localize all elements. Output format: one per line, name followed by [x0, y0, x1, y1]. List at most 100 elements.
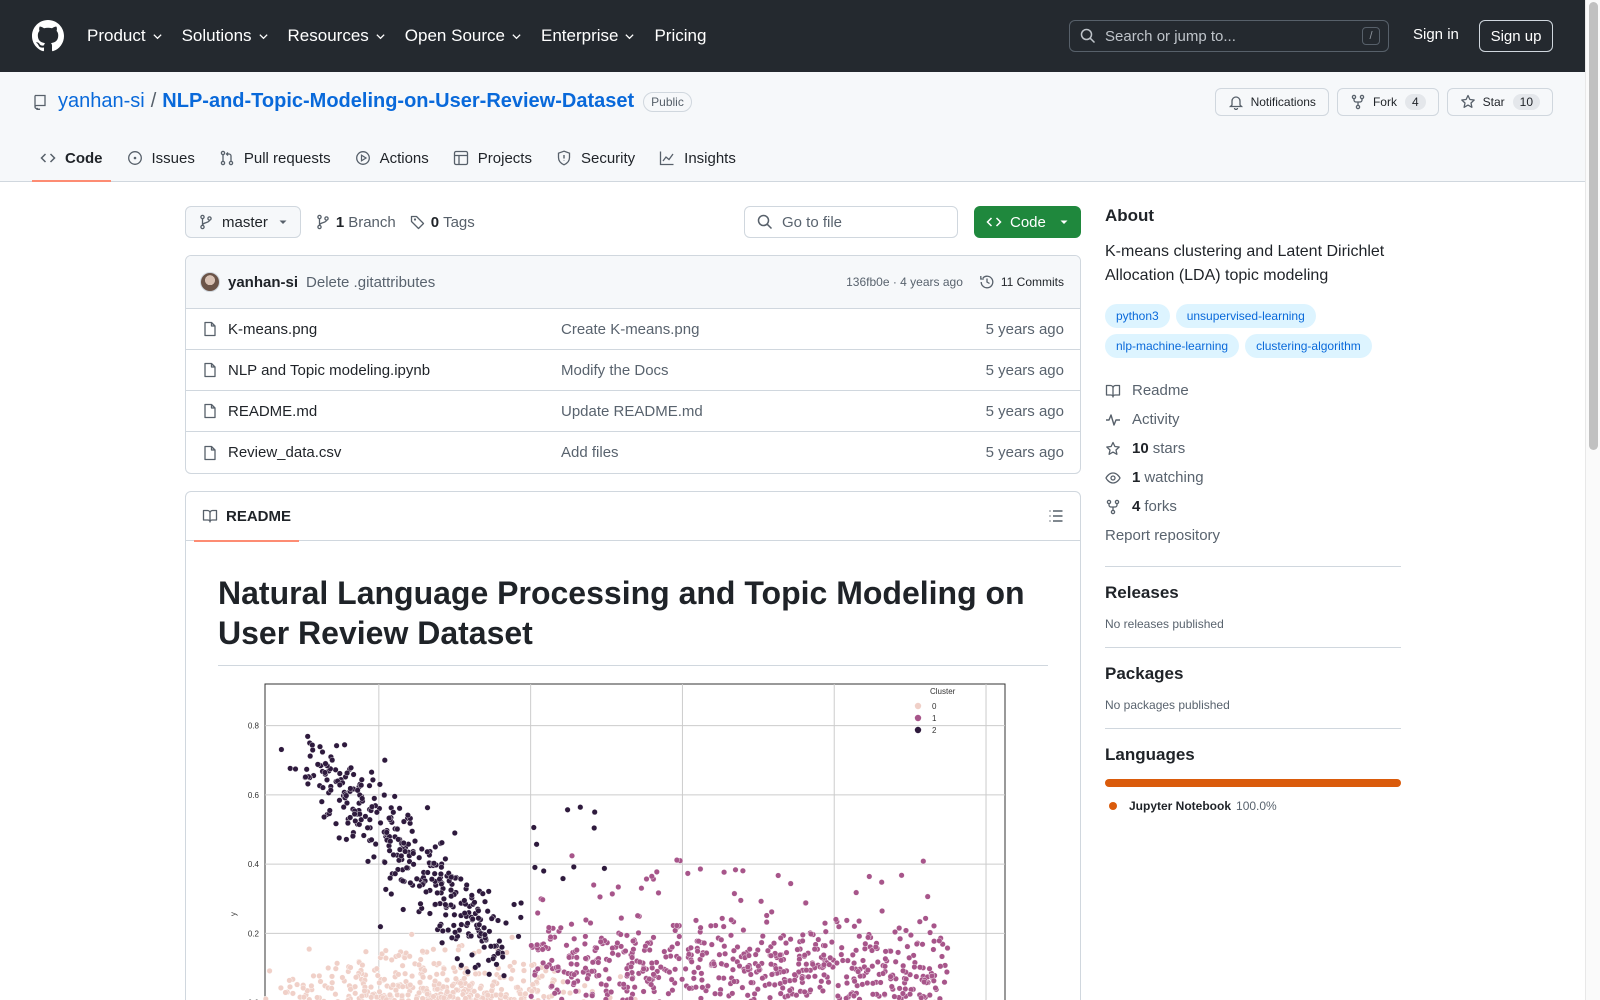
scatter-point	[452, 975, 459, 982]
commits-history-link[interactable]: 11 Commits	[979, 274, 1064, 290]
repo-owner-link[interactable]: yanhan-si	[58, 90, 145, 113]
nav-solutions[interactable]: Solutions	[182, 26, 269, 46]
legend-marker	[914, 714, 922, 722]
readme-link-label: Readme	[1132, 382, 1189, 399]
watching-label: watching	[1144, 469, 1204, 486]
scatter-point	[835, 982, 842, 989]
tab-insights[interactable]: Insights	[651, 135, 744, 181]
page-scrollbar[interactable]	[1585, 0, 1600, 1000]
commit-hash-time[interactable]: 136fb0e · 4 years ago	[846, 275, 963, 289]
file-commit-link[interactable]: Add files	[561, 444, 619, 461]
scatter-point	[370, 853, 377, 860]
scatter-point	[768, 961, 775, 968]
tab-readme[interactable]: README	[194, 492, 300, 542]
avatar[interactable]	[200, 272, 220, 292]
branch-select-button[interactable]: master	[185, 206, 301, 238]
report-repository-link[interactable]: Report repository	[1105, 521, 1401, 550]
scatter-point	[892, 928, 899, 935]
file-commit-link[interactable]: Create K-means.png	[561, 321, 699, 338]
topic-tag[interactable]: unsupervised-learning	[1175, 304, 1316, 328]
nav-open-source[interactable]: Open Source	[405, 26, 522, 46]
outline-list-icon[interactable]	[1048, 508, 1064, 524]
sign-in-link[interactable]: Sign in	[1413, 26, 1459, 43]
scatter-point	[803, 967, 810, 974]
scatter-point	[617, 931, 624, 938]
scatter-point	[461, 897, 468, 904]
scatter-point	[684, 870, 691, 877]
repo-name-link[interactable]: NLP-and-Topic-Modeling-on-User-Review-Da…	[162, 90, 634, 113]
tab-projects[interactable]: Projects	[445, 135, 540, 181]
scatter-point	[615, 951, 622, 958]
file-icon	[204, 362, 216, 378]
table-row[interactable]: README.md Update README.md 5 years ago	[186, 391, 1080, 432]
scatter-point	[708, 941, 715, 948]
y-tick-label: 0.2	[248, 929, 260, 938]
code-dropdown-button[interactable]: Code	[974, 206, 1081, 238]
file-commit-link[interactable]: Update README.md	[561, 403, 703, 420]
scatter-point	[322, 760, 329, 767]
scatter-point	[736, 963, 743, 970]
packages-heading[interactable]: Packages	[1105, 664, 1401, 684]
readme-link[interactable]: Readme	[1105, 376, 1401, 405]
legend-entry: 1	[932, 714, 937, 723]
table-row[interactable]: K-means.png Create K-means.png 5 years a…	[186, 309, 1080, 350]
scatter-point	[360, 832, 367, 839]
stars-link[interactable]: 10 stars	[1105, 434, 1401, 463]
scatter-point	[688, 958, 695, 965]
topic-tag[interactable]: clustering-algorithm	[1245, 334, 1372, 358]
scatter-point	[461, 910, 468, 917]
file-name-link[interactable]: NLP and Topic modeling.ipynb	[228, 362, 561, 379]
commit-author-link[interactable]: yanhan-si	[228, 274, 298, 291]
github-logo-icon[interactable]	[32, 20, 64, 52]
watchers-link[interactable]: 1 watching	[1105, 463, 1401, 492]
nav-product[interactable]: Product	[87, 26, 163, 46]
topic-tag[interactable]: nlp-machine-learning	[1105, 334, 1240, 358]
scatter-point	[571, 935, 578, 942]
scatter-point	[514, 984, 521, 991]
scatter-point	[364, 858, 371, 865]
commit-message-link[interactable]: Delete .gitattributes	[306, 274, 435, 291]
activity-link[interactable]: Activity	[1105, 405, 1401, 434]
table-row[interactable]: Review_data.csv Add files 5 years ago	[186, 432, 1080, 473]
language-item[interactable]: Jupyter Notebook 100.0%	[1105, 799, 1401, 813]
tags-link[interactable]: 0 Tags	[410, 214, 475, 231]
scatter-point	[540, 993, 547, 1000]
search-input[interactable]: Search or jump to... /	[1069, 20, 1389, 52]
tab-actions[interactable]: Actions	[347, 135, 437, 181]
topic-tag[interactable]: python3	[1105, 304, 1170, 328]
scatter-point	[693, 917, 700, 924]
scatter-point	[728, 932, 735, 939]
tab-issues[interactable]: Issues	[119, 135, 203, 181]
scatter-point	[463, 881, 470, 888]
nav-pricing[interactable]: Pricing	[654, 26, 706, 46]
star-button[interactable]: Star 10	[1446, 88, 1553, 116]
scatter-point	[564, 806, 571, 813]
scrollbar-thumb[interactable]	[1589, 2, 1598, 450]
scatter-point	[522, 990, 529, 997]
scatter-point	[704, 983, 711, 990]
tab-pull-requests[interactable]: Pull requests	[211, 135, 339, 181]
file-name-link[interactable]: README.md	[228, 403, 561, 420]
scatter-point	[476, 948, 483, 955]
branches-link[interactable]: 1 Branch	[315, 214, 396, 231]
packages-empty-text: No packages published	[1105, 698, 1230, 712]
go-to-file-input[interactable]: Go to file	[744, 206, 958, 238]
scatter-point	[718, 960, 725, 967]
scatter-point	[426, 910, 433, 917]
file-commit-link[interactable]: Modify the Docs	[561, 362, 669, 379]
notifications-button[interactable]: Notifications	[1214, 88, 1329, 116]
file-name-link[interactable]: K-means.png	[228, 321, 561, 338]
nav-resources[interactable]: Resources	[288, 26, 386, 46]
table-row[interactable]: NLP and Topic modeling.ipynb Modify the …	[186, 350, 1080, 391]
forks-link[interactable]: 4 forks	[1105, 492, 1401, 521]
table-icon	[453, 150, 468, 166]
sign-up-button[interactable]: Sign up	[1479, 20, 1553, 52]
scatter-point	[329, 757, 336, 764]
tab-security[interactable]: Security	[548, 135, 643, 181]
tab-code[interactable]: Code	[32, 135, 111, 182]
nav-enterprise[interactable]: Enterprise	[541, 26, 635, 46]
releases-heading[interactable]: Releases	[1105, 583, 1401, 603]
fork-button[interactable]: Fork 4	[1336, 88, 1439, 116]
scatter-point	[489, 982, 496, 989]
file-name-link[interactable]: Review_data.csv	[228, 444, 561, 461]
